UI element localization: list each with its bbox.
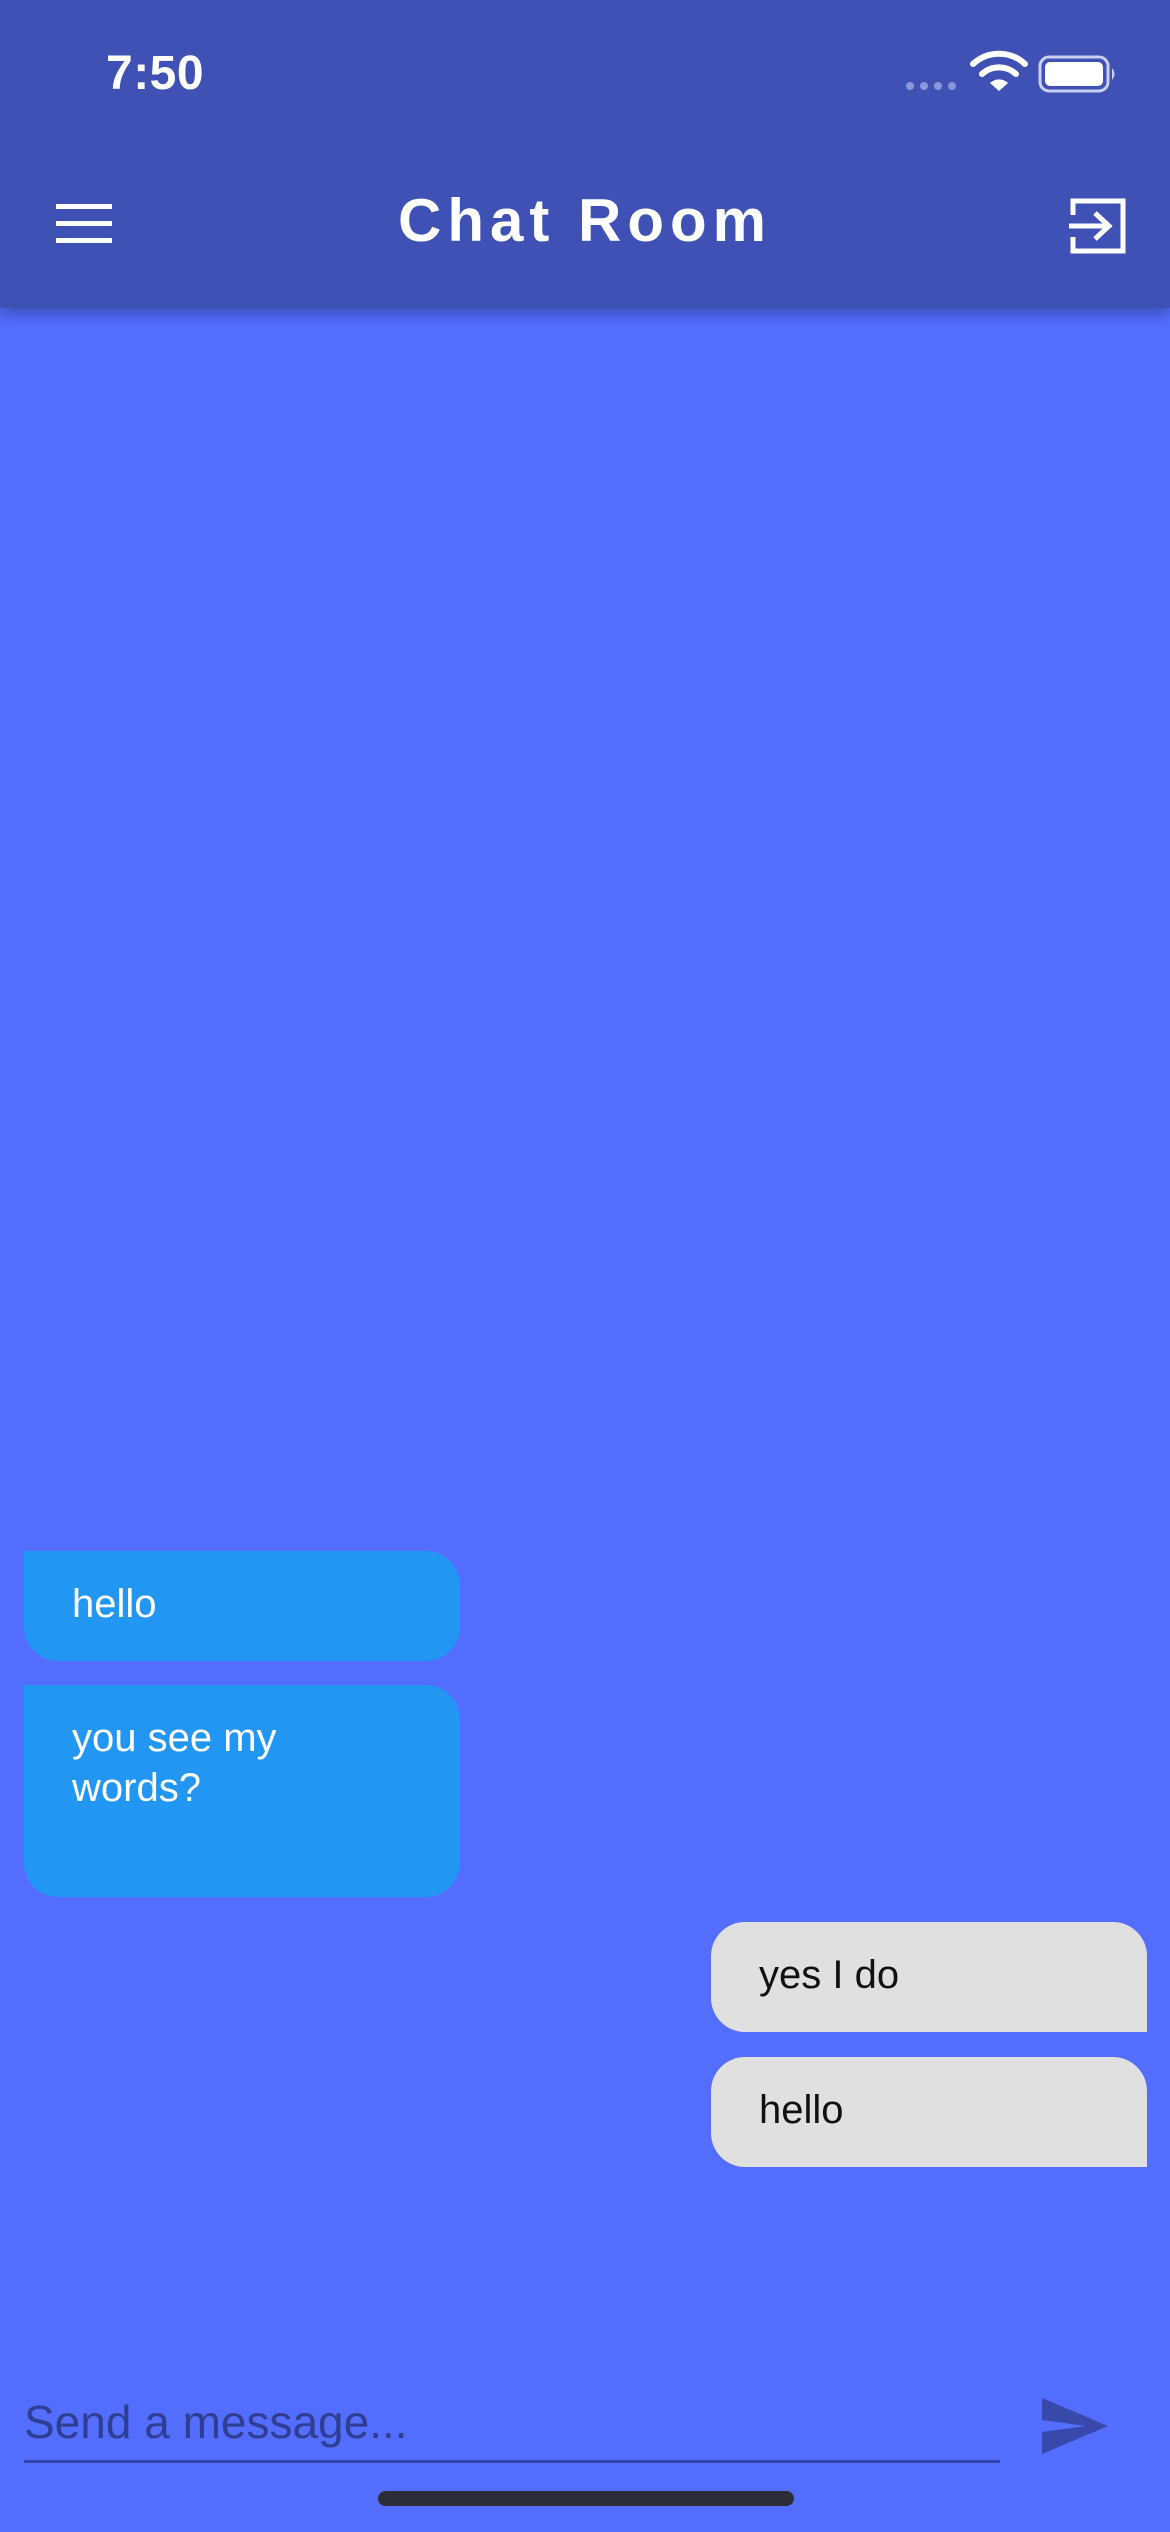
page-title: Chat Room [398,187,772,254]
battery-icon [1038,55,1115,93]
send-button[interactable] [1030,2384,1120,2468]
send-icon [1042,2398,1108,2454]
cellular-signal-icon [906,82,956,90]
message-bubble-sent: hello [711,2057,1147,2167]
status-time: 7:50 [106,47,205,100]
exit-to-app-icon [1069,198,1126,254]
message-bubble-received: hello [24,1551,460,1661]
message-input[interactable] [24,2384,1000,2463]
home-indicator [378,2491,794,2506]
message-bubble-sent: yes I do [711,1922,1147,2032]
app-bar: 7:50 Chat Room [0,0,1170,308]
wifi-icon [970,50,1028,91]
logout-button[interactable] [1052,180,1144,272]
message-bubble-received: you see my words? [24,1685,460,1897]
